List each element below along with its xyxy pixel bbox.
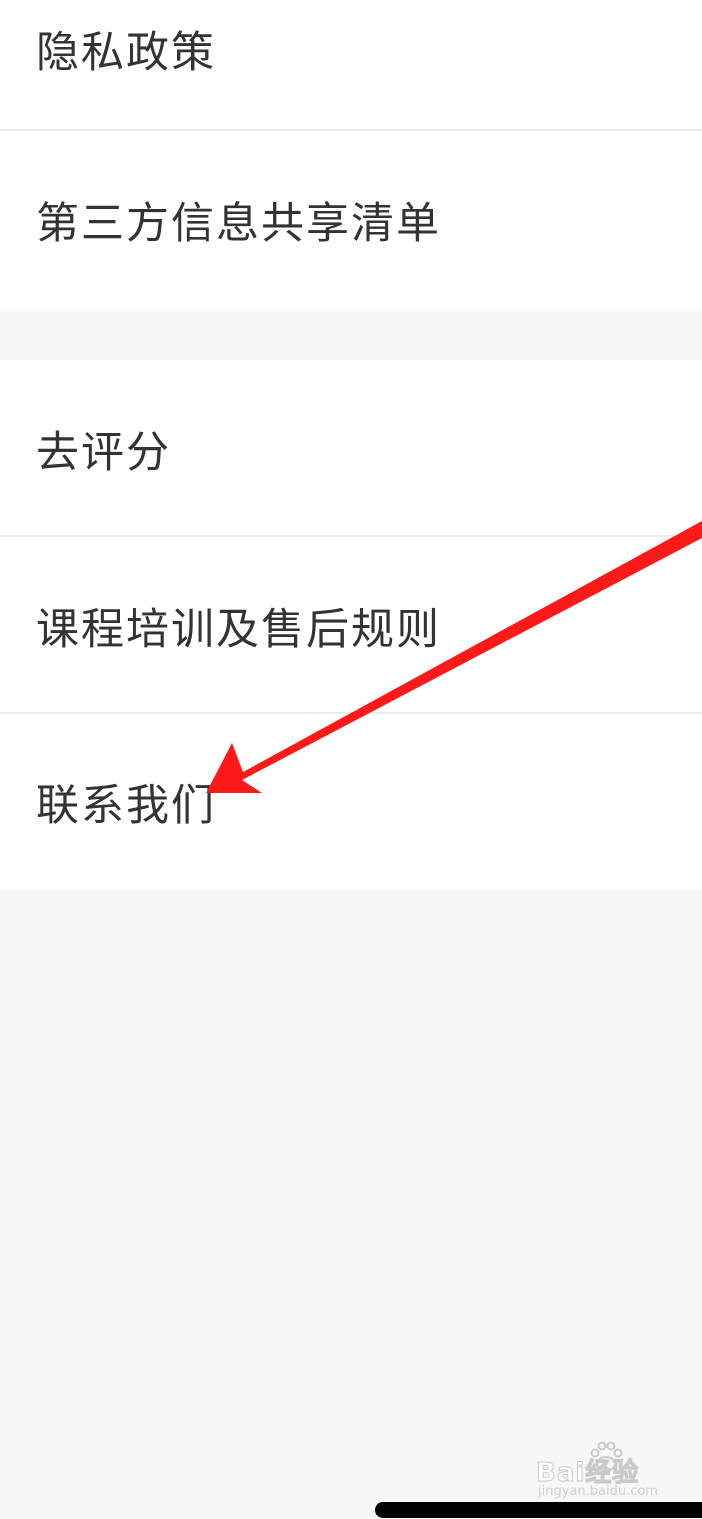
menu-item-label: 隐私政策 [36,28,216,78]
home-indicator[interactable] [375,1502,702,1518]
settings-group-1: 隐私政策 第三方信息共享清单 [0,0,702,309]
menu-item-privacy-policy[interactable]: 隐私政策 [0,0,702,131]
menu-item-label: 第三方信息共享清单 [36,199,441,249]
menu-item-contact-us[interactable]: 联系我们 [0,714,702,890]
watermark-url: jingyan.baidu.com [538,1484,658,1499]
menu-item-label: 联系我们 [36,781,216,831]
menu-item-rate[interactable]: 去评分 [0,360,702,537]
menu-item-third-party-sharing[interactable]: 第三方信息共享清单 [0,131,702,309]
settings-group-2: 去评分 课程培训及售后规则 联系我们 [0,360,702,890]
menu-item-label: 课程培训及售后规则 [36,604,441,655]
menu-item-label: 去评分 [36,427,171,478]
baidu-jingyan-watermark: Bai经验 jingyan.baidu.com [535,1440,676,1500]
menu-item-course-rules[interactable]: 课程培训及售后规则 [0,537,702,714]
